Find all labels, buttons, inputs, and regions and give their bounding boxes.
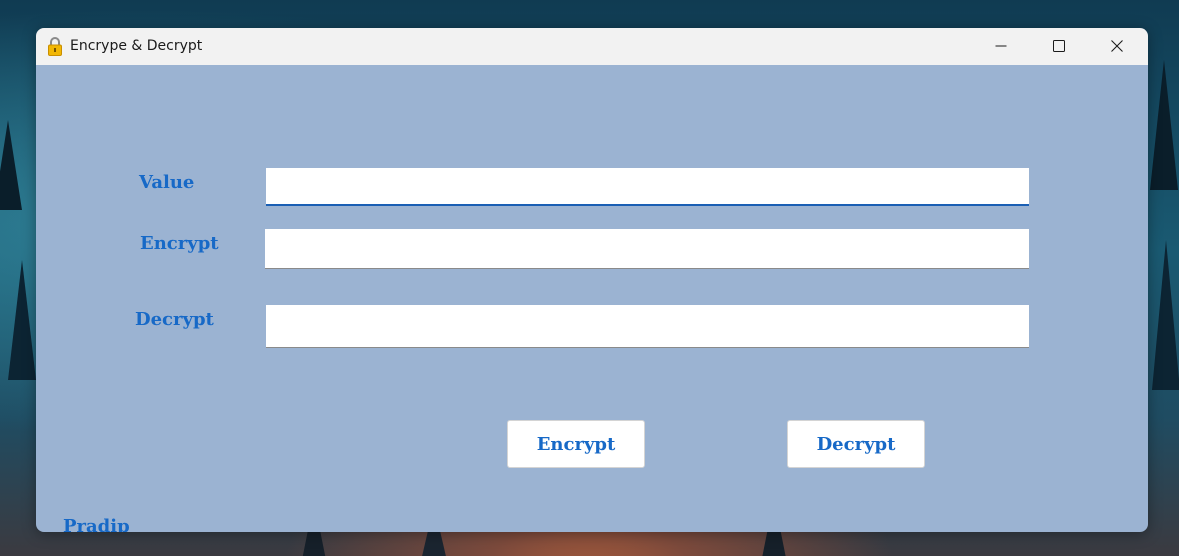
encrypt-button[interactable]: Encrypt — [507, 420, 645, 468]
window-title: Encrype & Decrypt — [70, 38, 203, 54]
author-label: Pradip — [63, 516, 130, 532]
wallpaper-tree — [0, 120, 22, 210]
encrypt-label: Encrypt — [140, 233, 219, 254]
wallpaper-tree — [1152, 240, 1179, 390]
wallpaper-tree — [8, 260, 36, 380]
encrypt-output-field[interactable] — [265, 229, 1029, 269]
maximize-icon — [1053, 37, 1065, 56]
app-window: Encrype & Decrypt Value Encrypt Decrypt … — [36, 28, 1148, 532]
decrypt-output-field[interactable] — [266, 305, 1029, 348]
lock-icon — [48, 37, 62, 56]
maximize-button[interactable] — [1030, 28, 1088, 65]
form-panel: Value Encrypt Decrypt Encrypt Decrypt Pr… — [36, 65, 1148, 532]
close-button[interactable] — [1088, 28, 1146, 65]
close-icon — [1111, 37, 1123, 56]
value-input[interactable] — [266, 168, 1029, 206]
minimize-icon — [995, 37, 1007, 56]
decrypt-label: Decrypt — [135, 309, 214, 330]
minimize-button[interactable] — [972, 28, 1030, 65]
value-label: Value — [139, 172, 195, 193]
decrypt-button[interactable]: Decrypt — [787, 420, 925, 468]
title-bar[interactable]: Encrype & Decrypt — [36, 28, 1148, 65]
wallpaper-tree — [1150, 60, 1178, 190]
